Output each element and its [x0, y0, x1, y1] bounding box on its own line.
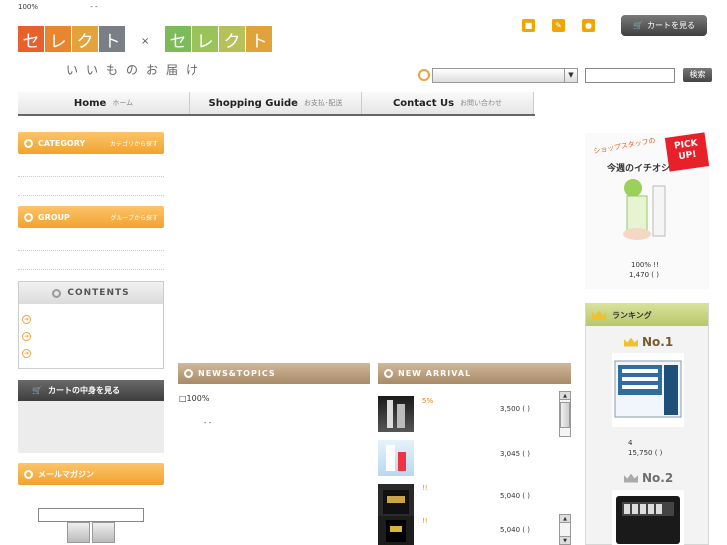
search-icon	[418, 69, 430, 81]
product-note: 5%	[422, 397, 434, 405]
pickup-badge: PICK UP!	[664, 132, 710, 172]
logo-char: レ	[45, 26, 71, 52]
logo-char: ク	[219, 26, 245, 52]
divider	[18, 195, 164, 196]
logo-char: ト	[246, 26, 272, 52]
rank-2-label: No.2	[624, 471, 673, 485]
news-item-date: - -	[204, 419, 212, 427]
unsubscribe-button[interactable]	[92, 522, 115, 543]
arrow-right-icon[interactable]: ➜	[22, 332, 31, 341]
global-nav: Home ホーム Shopping Guide お支払･配送 Contact U…	[18, 92, 535, 116]
group-header: GROUP グループから探す	[18, 206, 164, 228]
cart-box-header[interactable]: 🛒 カートの中身を見る	[18, 380, 164, 401]
category-header: CATEGORY カテゴリから探す	[18, 132, 164, 154]
arrow-right-icon[interactable]: ➜	[22, 315, 31, 324]
scroll-down-icon[interactable]: ▼	[560, 536, 570, 544]
rank-1-label: No.1	[624, 335, 673, 349]
circle-icon	[24, 138, 33, 148]
pickup-price: 1,470 ( )	[629, 271, 659, 279]
subscribe-button[interactable]	[67, 522, 90, 543]
nav-home[interactable]: Home ホーム	[18, 92, 190, 114]
scroll-up-icon[interactable]: ▲	[560, 515, 570, 523]
top-notice: 100% - -	[18, 3, 98, 11]
logo-separator: ×	[141, 36, 150, 47]
circle-icon	[184, 369, 193, 378]
ranking-header: ランキング	[586, 304, 708, 326]
divider	[18, 250, 164, 251]
divider	[18, 176, 164, 177]
pickup-caption: ショップスタッフの	[592, 136, 657, 156]
ranking-box: ランキング No.1 4 15,750 ( ) No.2	[585, 303, 709, 545]
scroll-thumb[interactable]	[560, 402, 570, 428]
product-thumbnail[interactable]	[378, 396, 414, 432]
product-thumbnail[interactable]	[378, 516, 414, 545]
lock-icon[interactable]: ■	[522, 19, 535, 32]
product-price: 5,040 ( )	[500, 526, 530, 534]
search-input[interactable]	[585, 68, 675, 83]
nav-contact[interactable]: Contact Us お問い合わせ	[362, 92, 534, 114]
pencil-icon[interactable]: ✎	[552, 19, 565, 32]
crown-icon	[592, 310, 606, 320]
search-category-select[interactable]: ▼	[432, 68, 578, 83]
product-price: 3,045 ( )	[500, 450, 530, 458]
arrow-right-icon[interactable]: ➜	[22, 349, 31, 358]
cart-icon: 🛒	[633, 21, 643, 30]
product-thumbnail[interactable]	[378, 440, 414, 476]
rank-1-product-image[interactable]	[612, 353, 684, 427]
new-arrival-header: NEW ARRIVAL	[378, 363, 571, 384]
pickup-product-image[interactable]	[621, 178, 676, 243]
rank-1-price: 15,750 ( )	[628, 449, 663, 457]
product-thumbnail[interactable]	[378, 484, 414, 520]
scroll-up-icon[interactable]: ▲	[560, 392, 570, 400]
cart-icon: 🛒	[32, 386, 42, 395]
nav-shopping-guide[interactable]: Shopping Guide お支払･配送	[190, 92, 362, 114]
mail-magazine-header: メールマガジン	[18, 463, 164, 485]
rank-2-product-image[interactable]	[612, 490, 684, 545]
contents-header: CONTENTS	[19, 282, 163, 304]
pickup-title: 今週のイチオシ	[607, 164, 671, 174]
pickup-banner[interactable]: PICK UP! ショップスタッフの 今週のイチオシ 100% !! 1,470…	[585, 132, 710, 289]
crown-icon	[624, 473, 638, 483]
logo-char: ク	[72, 26, 98, 52]
new-arrival-scrollbar[interactable]: ▲	[559, 391, 571, 437]
product-note: !!	[422, 517, 428, 525]
logo-char: レ	[192, 26, 218, 52]
logo-char: ト	[99, 26, 125, 52]
product-price: 5,040 ( )	[500, 492, 530, 500]
crown-icon	[624, 337, 638, 347]
circle-icon	[24, 469, 33, 479]
news-item[interactable]: □100%	[179, 394, 209, 403]
news-topics-header: NEWS&TOPICS	[178, 363, 370, 384]
pickup-text: 100% !!	[631, 261, 659, 269]
logo-char: セ	[18, 26, 44, 52]
search-button[interactable]: 検索	[683, 68, 712, 82]
new-arrival-scrollbar-lower[interactable]: ▲ ▼	[559, 514, 571, 545]
view-cart-button[interactable]: 🛒 カートを見る	[621, 15, 707, 36]
contents-box: CONTENTS ➜ ➜ ➜	[18, 281, 164, 369]
product-note: !!	[422, 484, 428, 492]
cart-box: 🛒 カートの中身を見る	[18, 380, 164, 453]
tagline: いいものお届け	[66, 63, 207, 77]
chevron-down-icon: ▼	[564, 69, 577, 82]
product-price: 3,500 ( )	[500, 405, 530, 413]
circle-icon	[52, 288, 62, 298]
user-icon[interactable]: ●	[582, 19, 595, 32]
logo-char: セ	[165, 26, 191, 52]
circle-icon	[384, 369, 393, 378]
divider	[18, 269, 164, 270]
email-field[interactable]	[38, 508, 144, 522]
circle-icon	[24, 212, 33, 222]
rank-1-text: 4	[628, 439, 633, 447]
